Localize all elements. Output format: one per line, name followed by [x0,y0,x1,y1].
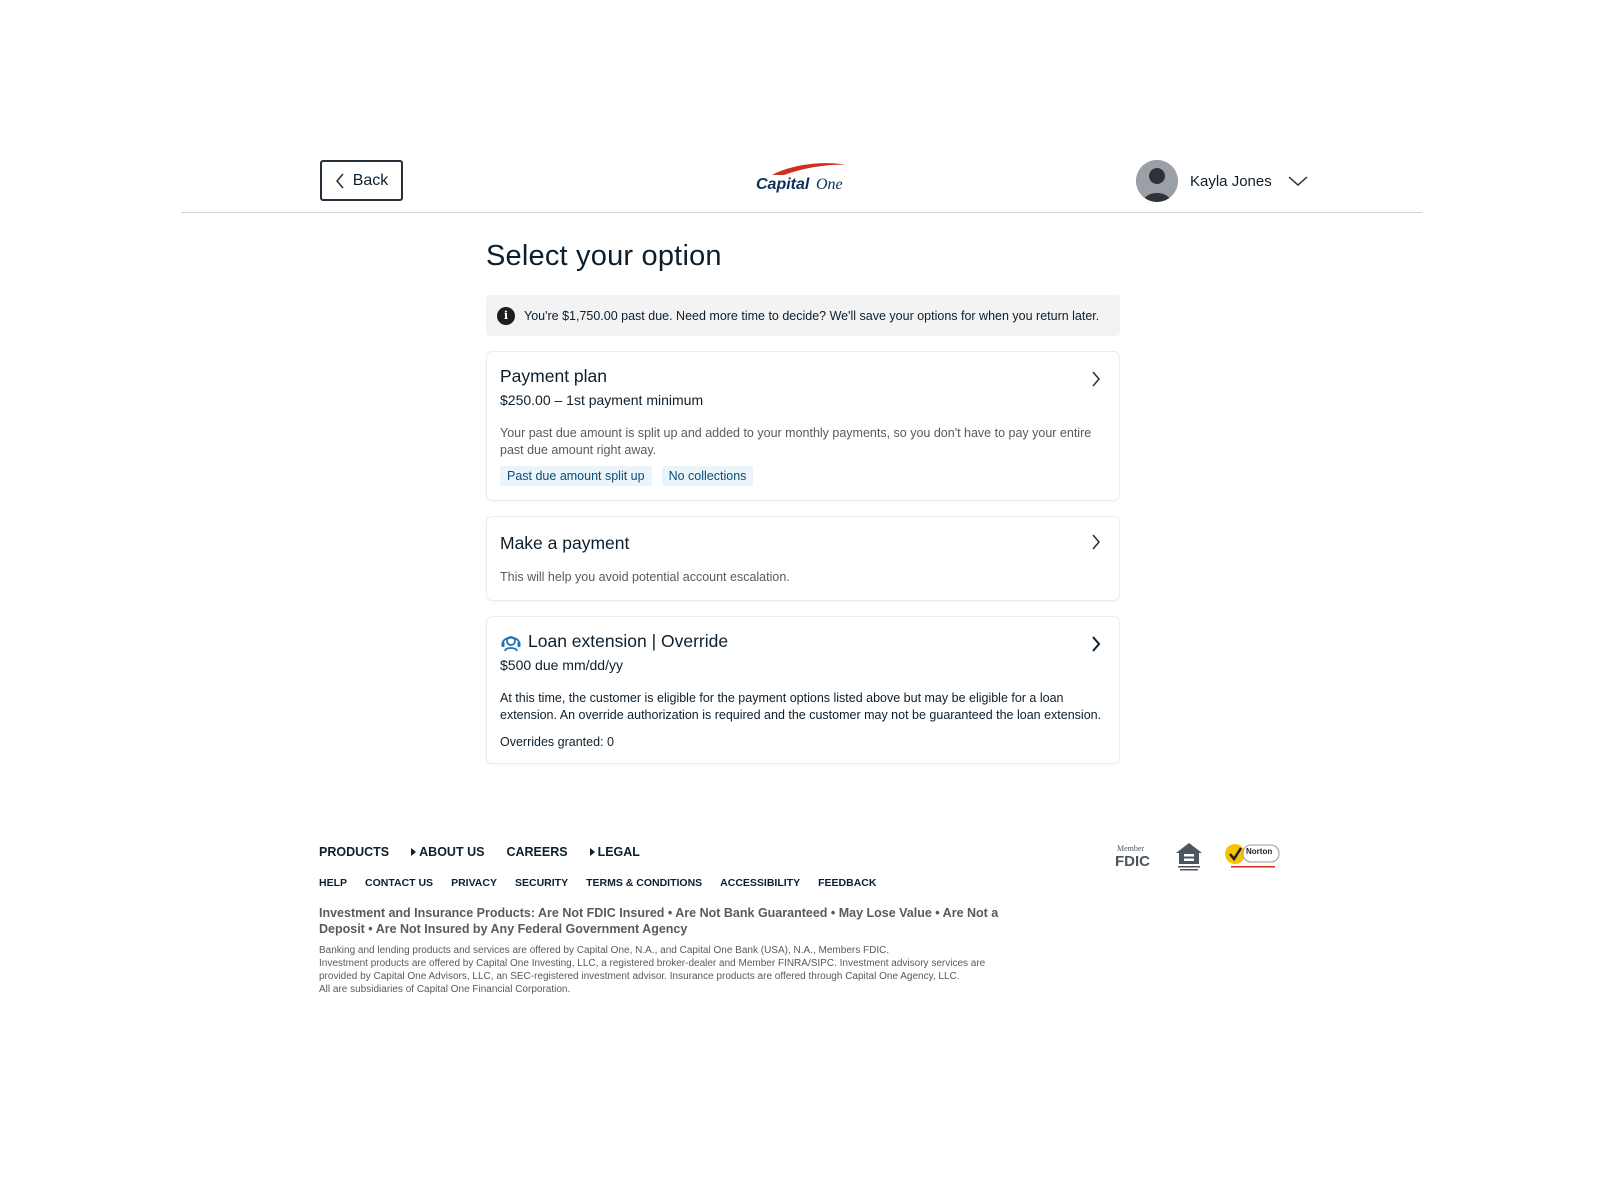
footer-link-privacy[interactable]: PRIVACY [451,877,497,889]
headset-icon [501,635,521,651]
make-payment-card[interactable]: Make a payment This will help you avoid … [486,516,1120,601]
card-description: This will help you avoid potential accou… [500,570,790,584]
footer-link-label: PRODUCTS [319,845,390,859]
fdic-logo: Member FDIC [1115,844,1150,869]
card-description: At this time, the customer is eligible f… [500,691,1102,722]
logo-text-one: One [816,176,843,193]
avatar-icon [1136,160,1178,202]
chevron-down-icon[interactable] [1288,175,1308,187]
footer-link-help[interactable]: HELP [319,877,347,889]
banner-text: You're $1,750.00 past due. Need more tim… [524,308,1100,323]
caret-right-icon [589,848,595,856]
loan-extension-card[interactable]: Loan extension | Override $500 due mm/dd… [486,616,1120,764]
footer-link-contact-us[interactable]: CONTACT US [365,877,433,889]
footer-link-terms[interactable]: TERMS & CONDITIONS [586,877,702,889]
top-header: Back Capital One Kayla Jones [181,155,1422,213]
card-title-row: Loan extension | Override [500,631,1106,652]
card-subtitle: $250.00 – 1st payment minimum [500,392,704,408]
norton-secured-logo: Norton [1225,844,1280,868]
user-name: Kayla Jones [1190,172,1272,190]
past-due-banner: i You're $1,750.00 past due. Need more t… [486,295,1120,336]
footer-link-products[interactable]: PRODUCTS [319,845,389,859]
chevron-right-icon[interactable] [1091,533,1101,551]
legal-disclaimer: Banking and lending products and service… [319,944,999,996]
card-title: Loan extension | Override [528,631,729,651]
investment-disclaimer: Investment and Insurance Products: Are N… [319,906,999,936]
footer-link-legal[interactable]: LEGAL [589,845,640,859]
tag-list: Past due amount split up No collections [500,466,1106,486]
chevron-right-icon[interactable] [1091,635,1101,653]
footer-link-about-us[interactable]: ABOUT US [411,845,484,859]
svg-text:Member: Member [1117,844,1144,853]
footer-link-accessibility[interactable]: ACCESSIBILITY [720,877,800,889]
svg-text:FDIC: FDIC [1115,853,1150,869]
footer-badges: Member FDIC Norton [1115,840,1283,872]
chevron-left-icon [335,173,344,188]
chevron-right-icon[interactable] [1091,370,1101,388]
equal-housing-logo [1176,843,1202,871]
footer-link-careers[interactable]: CAREERS [506,845,567,859]
back-button[interactable]: Back [320,160,403,201]
footer-secondary-links: HELP CONTACT US PRIVACY SECURITY TERMS &… [319,877,1289,889]
caret-right-icon [411,848,417,856]
footer-link-feedback[interactable]: FEEDBACK [818,877,876,889]
tag-no-collections: No collections [661,466,754,486]
capital-one-logo[interactable]: Capital One [754,161,854,197]
footer-link-label: ABOUT US [419,845,485,859]
overrides-count: Overrides granted: 0 [500,735,614,749]
logo-text-capital: Capital [756,176,810,193]
footer-link-security[interactable]: SECURITY [515,877,568,889]
card-title: Make a payment [500,533,630,553]
info-icon: i [497,306,515,325]
card-title: Payment plan [500,366,608,386]
card-description: Your past due amount is split up and add… [500,426,1092,457]
back-label: Back [352,171,389,189]
footer-link-label: CAREERS [506,845,568,859]
payment-plan-card[interactable]: Payment plan $250.00 – 1st payment minim… [486,351,1120,501]
user-menu[interactable]: Kayla Jones [1136,160,1308,202]
main-content: Select your option i You're $1,750.00 pa… [486,240,1120,764]
card-subtitle: $500 due mm/dd/yy [500,657,623,673]
disclaimer-line: Banking and lending products and service… [319,945,890,956]
svg-text:Norton: Norton [1246,847,1272,856]
footer-link-label: LEGAL [597,845,640,859]
page-title: Select your option [486,240,722,272]
disclaimer-line: All are subsidiaries of Capital One Fina… [319,984,571,995]
tag-past-due-split: Past due amount split up [500,466,652,486]
disclaimer-line: Investment products are offered by Capit… [319,958,986,982]
